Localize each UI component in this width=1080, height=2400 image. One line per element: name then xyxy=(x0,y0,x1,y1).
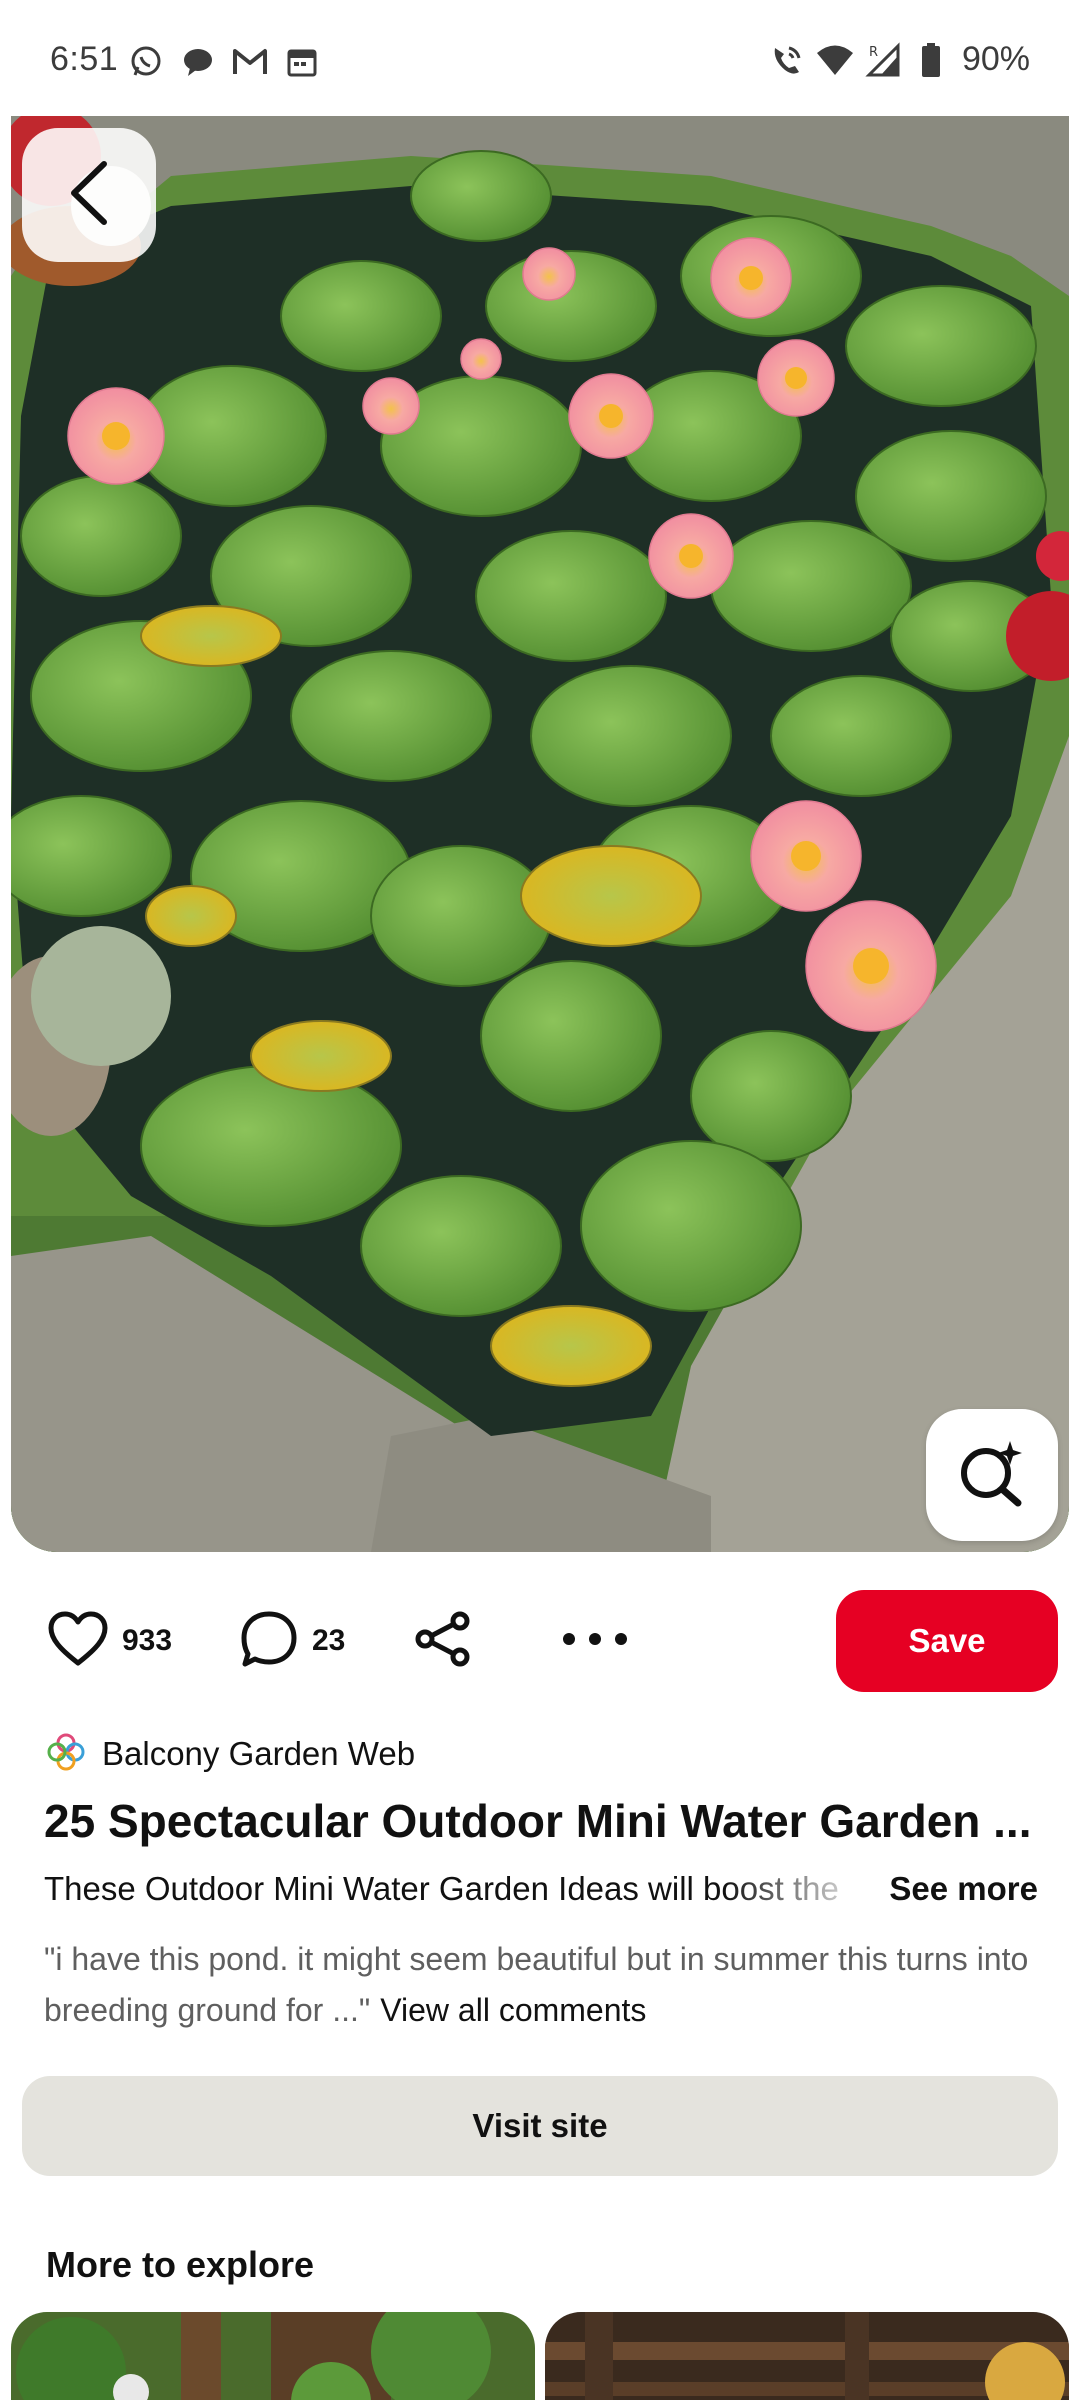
status-bar: 6:51 R 90% xyxy=(0,0,1080,116)
battery-percentage: 90% xyxy=(961,40,1030,78)
share-icon xyxy=(414,1611,472,1672)
source-logo-icon xyxy=(46,1732,86,1777)
pin-description-row: These Outdoor Mini Water Garden Ideas wi… xyxy=(44,1870,1044,1916)
signal-roaming-icon: R xyxy=(864,41,902,79)
related-pin-card[interactable] xyxy=(11,2312,535,2400)
pin-title: 25 Spectacular Outdoor Mini Water Garden… xyxy=(44,1795,1032,1847)
chevron-left-icon xyxy=(64,158,114,233)
wifi-icon xyxy=(816,41,854,79)
visual-search-button[interactable] xyxy=(926,1409,1058,1541)
like-button[interactable]: 933 xyxy=(48,1590,172,1692)
share-button[interactable] xyxy=(414,1590,472,1692)
like-count: 933 xyxy=(122,1624,173,1657)
ellipsis-icon xyxy=(562,1632,628,1651)
visit-site-button[interactable]: Visit site xyxy=(22,2076,1058,2176)
see-more-link[interactable]: See more xyxy=(889,1870,1038,1908)
related-pin-card[interactable] xyxy=(545,2312,1069,2400)
heart-icon xyxy=(48,1611,108,1672)
comment-bubble-icon xyxy=(240,1610,298,1673)
more-to-explore-heading: More to explore xyxy=(46,2244,315,2285)
pin-source[interactable]: Balcony Garden Web xyxy=(46,1732,415,1776)
comments-button[interactable]: 23 xyxy=(240,1590,345,1692)
save-button[interactable]: Save xyxy=(836,1590,1058,1692)
svg-text:R: R xyxy=(869,45,878,60)
whatsapp-icon xyxy=(128,44,164,80)
pin-image[interactable] xyxy=(11,116,1069,1552)
gmail-icon xyxy=(232,44,268,80)
pin-description: These Outdoor Mini Water Garden Ideas wi… xyxy=(44,1870,839,1907)
view-all-comments-link[interactable]: View all comments xyxy=(380,1992,646,2028)
wifi-calling-icon xyxy=(768,41,806,79)
status-time: 6:51 xyxy=(50,40,119,78)
lens-sparkle-icon xyxy=(956,1437,1028,1514)
notification-icons xyxy=(128,44,320,80)
back-button[interactable] xyxy=(22,128,156,262)
source-name: Balcony Garden Web xyxy=(102,1735,416,1772)
chat-bubble-icon xyxy=(180,44,216,80)
calendar-icon xyxy=(284,44,320,80)
battery-icon xyxy=(912,41,950,79)
top-comment[interactable]: "i have this pond. it might seem beautif… xyxy=(44,1934,1044,2036)
more-options-button[interactable] xyxy=(562,1590,628,1692)
system-icons: R 90% xyxy=(768,40,1030,79)
comment-count: 23 xyxy=(312,1624,346,1657)
